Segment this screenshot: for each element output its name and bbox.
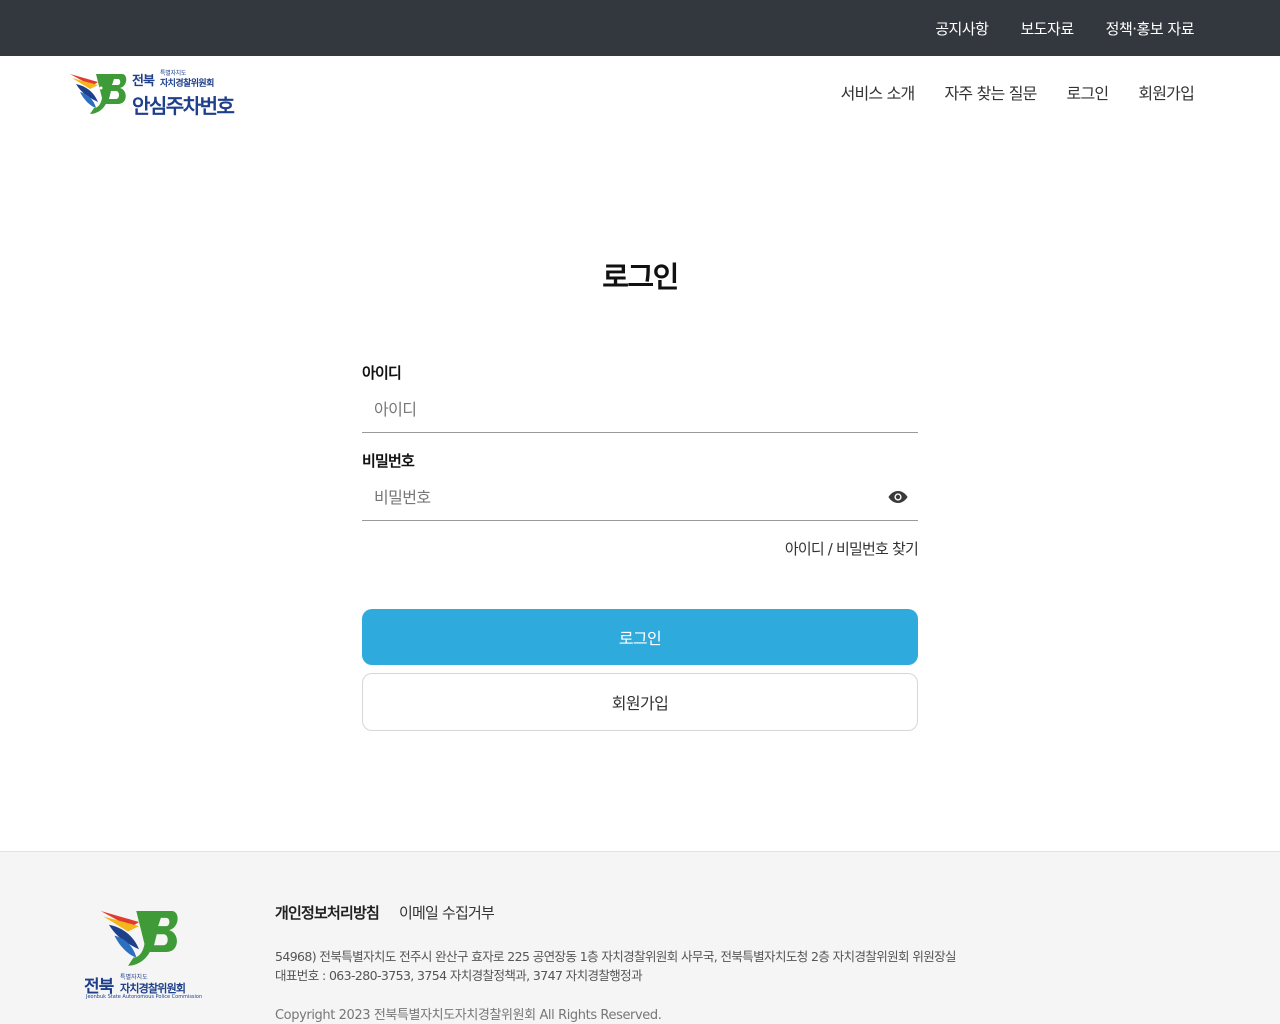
- topbar-link-notice[interactable]: 공지사항: [935, 18, 989, 39]
- signup-button[interactable]: 회원가입: [362, 673, 918, 731]
- id-input[interactable]: [362, 387, 918, 431]
- top-utility-bar: 공지사항 보도자료 정책·홍보 자료: [0, 0, 1280, 56]
- password-field-wrapper: [362, 475, 918, 521]
- bird-emblem-icon: [70, 74, 127, 114]
- logo-org: 자치경찰위원회: [160, 79, 214, 89]
- eye-icon[interactable]: [888, 487, 908, 507]
- logo-region: 전북: [132, 74, 155, 89]
- site-header: 전북 특별자치도 자치경찰위원회 안심주차번호 서비스 소개 자주 찾는 질문 …: [0, 56, 1280, 128]
- nav-item-service-intro[interactable]: 서비스 소개: [841, 80, 916, 104]
- id-field-wrapper: [362, 387, 918, 433]
- id-label: 아이디: [362, 364, 402, 382]
- footer-address: 54968) 전북특별자치도 전주시 완산구 효자로 225 공연장동 1층 자…: [275, 949, 957, 964]
- footer-copyright: Copyright 2023 전북특별자치도자치경찰위원회 All Rights…: [275, 1008, 662, 1023]
- site-footer: 전북 특별자치도 자치경찰위원회 Jeonbuk State Autonomou…: [0, 851, 1280, 1024]
- page-title: 로그인: [602, 260, 679, 294]
- topbar-link-press[interactable]: 보도자료: [1020, 18, 1074, 39]
- bird-emblem-icon: [100, 911, 178, 966]
- privacy-policy-link[interactable]: 개인정보처리방침: [275, 902, 380, 923]
- email-refusal-link[interactable]: 이메일 수집거부: [399, 902, 495, 923]
- footer-phone: 대표번호 : 063-280-3753, 3754 자치경찰정책과, 3747 …: [275, 968, 643, 983]
- nav-item-faq[interactable]: 자주 찾는 질문: [944, 80, 1037, 104]
- top-utility-links: 공지사항 보도자료 정책·홍보 자료: [935, 0, 1194, 56]
- find-id-password-link[interactable]: 아이디 / 비밀번호 찾기: [785, 538, 919, 559]
- footer-links: 개인정보처리방침 이메일 수집거부: [275, 902, 495, 923]
- login-button[interactable]: 로그인: [362, 609, 918, 665]
- footer-logo-english: Jeonbuk State Autonomous Police Commissi…: [86, 994, 203, 1000]
- topbar-link-policy[interactable]: 정책·홍보 자료: [1106, 18, 1195, 39]
- nav-item-login[interactable]: 로그인: [1067, 80, 1110, 104]
- nav-item-signup[interactable]: 회원가입: [1138, 80, 1194, 104]
- password-input[interactable]: [362, 475, 918, 519]
- logo-service-name: 안심주차번호: [132, 94, 235, 118]
- main-nav: 서비스 소개 자주 찾는 질문 로그인 회원가입: [841, 56, 1195, 128]
- site-logo[interactable]: 전북 특별자치도 자치경찰위원회 안심주차번호: [68, 68, 253, 118]
- password-label: 비밀번호: [362, 452, 415, 470]
- footer-logo: 전북 특별자치도 자치경찰위원회 Jeonbuk State Autonomou…: [84, 902, 204, 1002]
